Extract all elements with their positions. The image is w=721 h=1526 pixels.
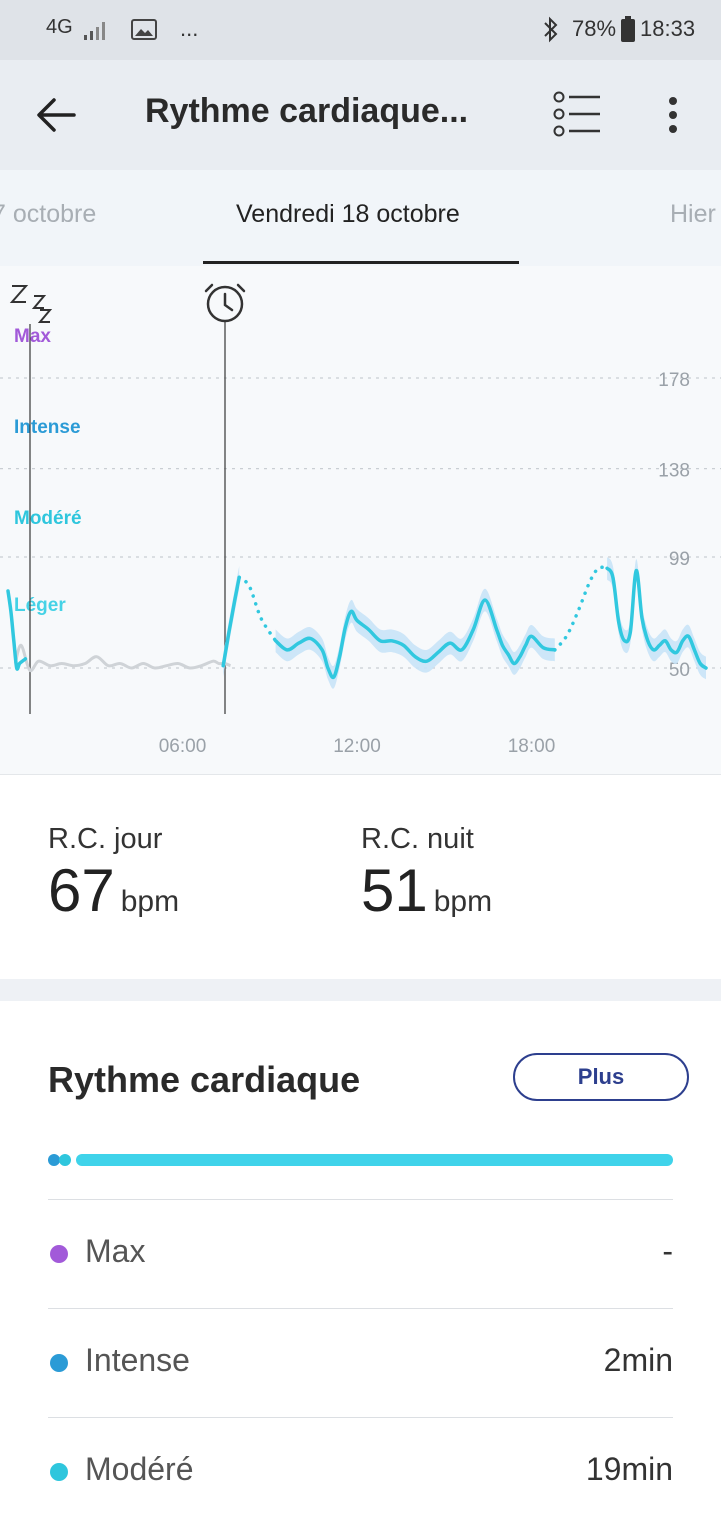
more-options-icon[interactable] <box>662 95 684 135</box>
night-hr-block: R.C. nuit 51 bpm <box>361 823 492 925</box>
zone-label: Léger <box>14 595 66 616</box>
y-tick-label: 50 <box>669 660 690 681</box>
tab-current-day[interactable]: Vendredi 18 octobre <box>236 200 460 229</box>
app-bar: Rythme cardiaque... <box>0 60 721 170</box>
zone-duration: - <box>662 1233 673 1269</box>
zone-distribution-bar <box>48 1154 673 1166</box>
y-tick-label: 138 <box>658 461 690 482</box>
daily-summary: R.C. jour 67 bpm R.C. nuit 51 bpm <box>0 774 721 980</box>
hr-range-band <box>607 557 706 680</box>
hr-line-gap <box>237 575 278 643</box>
section-divider <box>0 979 721 1001</box>
back-arrow-icon[interactable] <box>34 95 78 135</box>
heart-rate-zones-section: Rythme cardiaque Plus Max - Intense 2min… <box>0 1001 721 1500</box>
x-tick-label: 18:00 <box>508 736 556 757</box>
signal-icon <box>84 22 105 40</box>
battery-icon <box>621 16 635 42</box>
night-hr-unit: bpm <box>433 885 493 918</box>
hr-range-band <box>275 588 555 689</box>
zone-name: Modéré <box>85 1451 194 1487</box>
network-type: 4G <box>46 16 73 38</box>
zone-label: Intense <box>14 417 81 438</box>
sleep-icon <box>9 285 53 323</box>
zone-color-dot <box>50 1463 68 1481</box>
heart-rate-chart[interactable]: 178 138 99 50 06:00 12:00 18:00 Max Intense Modér… <box>0 266 721 774</box>
bluetooth-icon <box>544 16 558 43</box>
more-button[interactable]: Plus <box>513 1053 689 1101</box>
x-tick-label: 12:00 <box>333 736 381 757</box>
y-tick-label: 178 <box>658 370 690 391</box>
clock: 18:33 <box>640 16 696 41</box>
zone-label: Max <box>14 326 51 347</box>
zone-label: Modéré <box>14 508 82 529</box>
alarm-icon-hands <box>204 283 246 312</box>
day-hr-block: R.C. jour 67 bpm <box>48 823 179 925</box>
tab-next-day[interactable]: Hier <box>670 200 716 229</box>
zone-duration: 19min <box>585 1451 673 1487</box>
night-hr-value: 51 <box>361 857 428 924</box>
hr-line-gap <box>553 565 609 652</box>
x-tick-label: 06:00 <box>159 736 207 757</box>
image-notification-icon <box>131 19 157 40</box>
zones-title: Rythme cardiaque <box>48 1059 361 1100</box>
tab-indicator <box>203 261 519 264</box>
chart-canvas: 178 138 99 50 06:00 12:00 18:00 Max Intense Modér… <box>0 283 721 757</box>
zone-color-dot <box>50 1245 68 1263</box>
more-notifications: ... <box>180 16 199 41</box>
y-tick-label: 99 <box>669 549 690 570</box>
day-hr-value: 67 <box>48 857 115 924</box>
day-hr-unit: bpm <box>120 885 180 918</box>
zone-name: Max <box>85 1233 146 1269</box>
status-bar: 4G ... 78% 18:33 <box>0 0 721 60</box>
tab-previous-day[interactable]: 7 octobre <box>0 200 96 229</box>
page-title: Rythme cardiaque... <box>145 92 469 130</box>
zone-duration: 2min <box>603 1342 673 1378</box>
zone-row-max[interactable]: Max - <box>48 1199 673 1308</box>
sleep-hr-line <box>13 643 232 673</box>
zone-color-dot <box>50 1354 68 1372</box>
night-hr-label: R.C. nuit <box>361 823 474 855</box>
zone-name: Intense <box>85 1342 190 1378</box>
zone-row-moderate[interactable]: Modéré 19min <box>48 1417 673 1526</box>
list-view-icon[interactable] <box>551 90 603 140</box>
day-hr-label: R.C. jour <box>48 823 163 855</box>
battery-percent: 78% <box>572 16 617 41</box>
date-tabs: 7 octobre Vendredi 18 octobre Hier <box>0 170 721 266</box>
zone-row-intense[interactable]: Intense 2min <box>48 1308 673 1417</box>
